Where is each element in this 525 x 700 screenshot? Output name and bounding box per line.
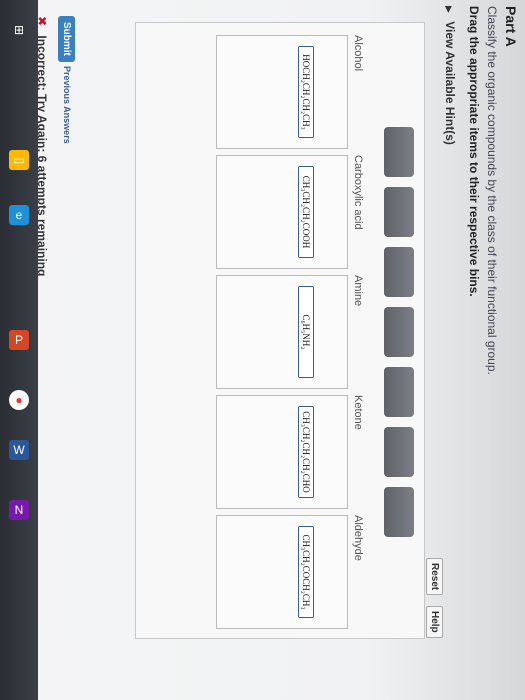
powerpoint-icon[interactable]: P <box>9 330 29 350</box>
bin-aldehyde[interactable]: CH₃CH₂COCH₂CH₃ <box>216 515 348 629</box>
bin-label-amine: Amine <box>352 275 364 307</box>
bin-amine[interactable]: C₆H₅NH₂ <box>216 275 348 389</box>
help-button[interactable]: Help <box>426 606 443 638</box>
bin-label-carboxylic-acid: Carboxylic acid <box>352 155 364 230</box>
placeholder-token[interactable] <box>384 427 414 477</box>
bin-label-aldehyde: Aldehyde <box>352 515 364 561</box>
bin-alcohol[interactable]: HOCH₂CH₂CH₂CH₃ <box>216 35 348 149</box>
content-pane: Part A Classify the organic compounds by… <box>5 0 525 690</box>
placeholder-token[interactable] <box>384 307 414 357</box>
bin-ketone[interactable]: CH₃CH₂CH₂CH₂CHO <box>216 395 348 509</box>
file-explorer-icon[interactable]: ▭ <box>9 150 29 170</box>
bin-label-alcohol: Alcohol <box>352 35 364 72</box>
screen: Part A Classify the organic compounds by… <box>0 0 525 700</box>
hints-label: View Available Hint(s) <box>443 21 457 145</box>
placeholder-token[interactable] <box>384 247 414 297</box>
placeholder-token[interactable] <box>384 487 414 537</box>
submit-button[interactable]: Submit <box>58 16 75 62</box>
windows-icon[interactable]: ⊞ <box>9 20 29 40</box>
instruction-text: Drag the appropriate items to their resp… <box>467 6 481 297</box>
reset-button[interactable]: Reset <box>426 558 443 596</box>
chrome-icon[interactable]: ● <box>9 390 29 410</box>
compound-chip[interactable]: CH₃CH₂CH₂COOH <box>298 166 314 258</box>
question-prompt: Classify the organic compounds by the cl… <box>485 6 499 375</box>
placeholder-token[interactable] <box>384 187 414 237</box>
bins-area: Alcohol HOCH₂CH₂CH₂CH₃ Carboxylic acid C… <box>144 35 364 629</box>
word-icon[interactable]: W <box>9 440 29 460</box>
edge-icon[interactable]: e <box>9 205 29 225</box>
compound-chip[interactable]: CH₃CH₂CH₂CH₂CHO <box>298 406 314 498</box>
drag-drop-panel: Alcohol HOCH₂CH₂CH₂CH₃ Carboxylic acid C… <box>135 22 425 639</box>
view-hints-link[interactable]: ▶ View Available Hint(s) <box>443 6 457 145</box>
expand-triangle-icon: ▶ <box>444 6 454 13</box>
compound-chip[interactable]: CH₃CH₂COCH₂CH₃ <box>298 526 314 618</box>
placeholder-token[interactable] <box>384 367 414 417</box>
part-title: Part A <box>503 6 519 47</box>
previous-answers-link[interactable]: Previous Answers <box>62 66 72 144</box>
onenote-icon[interactable]: N <box>9 500 29 520</box>
compound-chip[interactable]: C₆H₅NH₂ <box>298 286 314 378</box>
compound-chip[interactable]: HOCH₂CH₂CH₂CH₃ <box>298 46 314 138</box>
bin-carboxylic-acid[interactable]: CH₃CH₂CH₂COOH <box>216 155 348 269</box>
placeholder-token[interactable] <box>384 127 414 177</box>
token-bank <box>382 127 414 537</box>
taskbar: ⊞ ▭ e P ● W N <box>0 0 38 700</box>
bin-label-ketone: Ketone <box>352 395 364 430</box>
